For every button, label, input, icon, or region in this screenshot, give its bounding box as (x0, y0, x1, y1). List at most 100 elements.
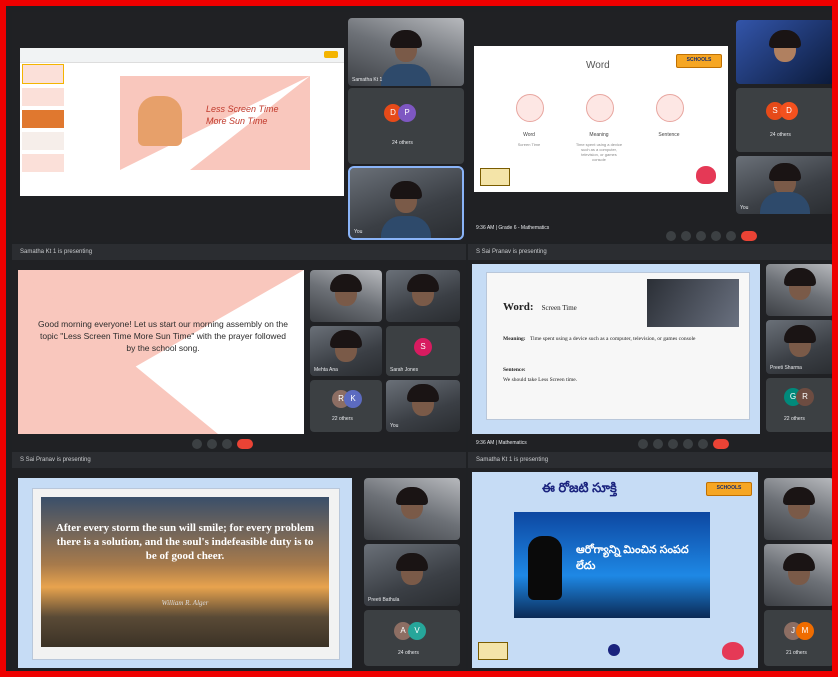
self-view-tile[interactable]: You (386, 380, 460, 432)
sentence-value: We should take Less Screen time. (503, 377, 578, 383)
participant-name: 21 others (786, 650, 807, 656)
shared-slide: Word: Screen Time Meaning: Time spent us… (472, 264, 760, 434)
call-controls (192, 436, 258, 449)
participant-tile[interactable] (736, 20, 832, 84)
word-value: Screen Time (541, 304, 577, 312)
shared-slide: After every storm the sun will smile; fo… (18, 478, 352, 668)
participant-name: Sarah Jones (390, 367, 419, 373)
school-emblem (608, 644, 620, 656)
share-button[interactable] (324, 51, 338, 58)
camera-button[interactable] (653, 439, 663, 449)
reading-person-illustration (138, 96, 182, 146)
col-word-sub: Screen Time (517, 142, 541, 147)
slide-canvas: Less Screen Time More Sun Time (120, 76, 310, 170)
word-icon (516, 94, 544, 122)
participant-tile[interactable]: Mehta Ana (310, 326, 382, 376)
heart-sticker (696, 166, 716, 184)
participant-tile-others[interactable]: A V 24 others (364, 610, 460, 666)
captions-button[interactable] (696, 231, 706, 241)
meet-window-6: Samatha Kt 1 is presenting ఈ రోజటి సూక్త… (468, 452, 832, 671)
meaning-icon (586, 94, 614, 122)
presenting-bar: Samatha Kt 1 is presenting (12, 244, 466, 260)
kids-photo (647, 279, 739, 327)
meeting-status: 9:36 AM | Grade 6 - Mathematics (476, 225, 550, 231)
mic-button[interactable] (666, 231, 676, 241)
participant-tile-others[interactable]: D P 24 others (348, 88, 464, 164)
thumbnail[interactable] (22, 132, 64, 150)
quote-text: After every storm the sun will smile; fo… (55, 522, 315, 562)
participant-tile-others[interactable]: J M 21 others (764, 610, 832, 666)
shared-slide: ఈ రోజటి సూక్తి SCHOOLS ఆరోగ్యాన్ని మించి… (472, 472, 758, 668)
yoga-photo: ఆరోగ్యాన్ని మించిన సంపద లేదు (514, 512, 710, 618)
mic-button[interactable] (638, 439, 648, 449)
screenshot-collage: Less Screen Time More Sun Time Samatha K… (0, 0, 838, 677)
thumbnail[interactable] (22, 154, 64, 172)
leave-call-button[interactable] (741, 231, 757, 241)
self-view-tile[interactable]: You (348, 166, 464, 240)
participant-tile[interactable] (386, 270, 460, 322)
self-name: You (354, 229, 363, 235)
participant-tile[interactable]: Preeti Bathula (364, 544, 460, 606)
slide-title: Word (586, 60, 610, 71)
more-button[interactable] (222, 439, 232, 449)
participant-tile[interactable]: S Sarah Jones (386, 326, 460, 376)
leave-call-button[interactable] (713, 439, 729, 449)
participant-tile[interactable]: Samatha Kt 1 (348, 18, 464, 86)
telugu-quote: ఆరోగ్యాన్ని మించిన సంపద లేదు (576, 544, 689, 572)
participant-name: Samatha Kt 1 (352, 77, 383, 83)
col-meaning-label: Meaning (589, 132, 609, 138)
participant-name: 24 others (392, 140, 413, 146)
participant-tile[interactable] (364, 478, 460, 540)
participant-tile[interactable] (764, 544, 832, 606)
participant-tile[interactable] (310, 270, 382, 322)
captions-button[interactable] (668, 439, 678, 449)
presenting-bar: Samatha Kt 1 is presenting (468, 452, 832, 468)
present-button[interactable] (711, 231, 721, 241)
more-button[interactable] (726, 231, 736, 241)
meet-window-5: S Sai Pranav is presenting After every s… (12, 452, 466, 671)
self-view-tile[interactable]: You (736, 156, 832, 214)
sentence-icon (656, 94, 684, 122)
col-meaning-sub: Time spent using a device such as a comp… (575, 142, 623, 162)
participant-tile[interactable] (766, 264, 832, 316)
school-badge (480, 168, 510, 186)
avatar: M (796, 622, 814, 640)
meaning-row: Meaning: Time spent using a device such … (503, 335, 729, 343)
meet-window-4: S Sai Pranav is presenting Word: Screen … (468, 244, 832, 450)
participant-tile[interactable] (764, 478, 832, 540)
self-name: You (740, 205, 749, 211)
school-badge (478, 642, 508, 660)
slide-title-line1: Less Screen Time (206, 104, 279, 114)
meet-window-1: Less Screen Time More Sun Time Samatha K… (12, 12, 466, 242)
present-button[interactable] (683, 439, 693, 449)
participant-name: 24 others (398, 650, 419, 656)
sunset-photo (41, 497, 329, 647)
participant-name: Preeti Bathula (368, 597, 400, 603)
participant-tile-others[interactable]: G R 22 others (766, 378, 832, 432)
thumbnail[interactable] (22, 110, 64, 128)
quote-card: After every storm the sun will smile; fo… (32, 488, 340, 660)
participant-tile[interactable]: Preeti Sharma (766, 320, 832, 374)
slide-card: Word: Screen Time Meaning: Time spent us… (486, 272, 750, 420)
camera-button[interactable] (207, 439, 217, 449)
participant-tile-others[interactable]: S D 24 others (736, 88, 832, 152)
shared-slide: Word SCHOOLS Word Screen Time Meaning Ti… (474, 46, 728, 192)
participant-name: 22 others (332, 416, 353, 422)
schools-logo: SCHOOLS (676, 54, 722, 68)
avatar: S (414, 338, 432, 356)
slides-editor: Less Screen Time More Sun Time (20, 48, 344, 196)
mic-button[interactable] (192, 439, 202, 449)
thumbnail[interactable] (22, 64, 64, 84)
col-word-label: Word (523, 132, 535, 138)
thumbnail[interactable] (22, 88, 64, 106)
more-button[interactable] (698, 439, 708, 449)
leave-call-button[interactable] (237, 439, 253, 449)
editor-toolbar (20, 48, 344, 63)
shared-slide: Good morning everyone! Let us start our … (18, 270, 304, 434)
participant-tile-others[interactable]: R K 22 others (310, 380, 382, 432)
greeting-text: Good morning everyone! Let us start our … (38, 319, 288, 353)
slide-thumbnails (22, 64, 64, 190)
call-controls (666, 228, 762, 241)
word-row: Word: Screen Time (503, 297, 577, 315)
camera-button[interactable] (681, 231, 691, 241)
